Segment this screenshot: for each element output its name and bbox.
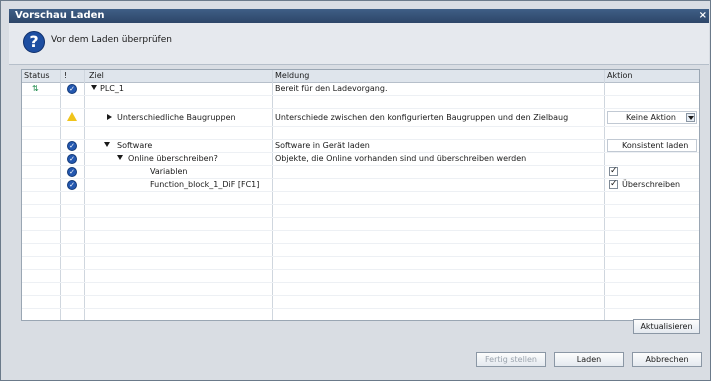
table-row: [22, 218, 699, 231]
table-row: [22, 127, 699, 140]
check-icon: ✓: [67, 154, 77, 164]
col-status[interactable]: Status: [24, 70, 50, 82]
table-row: [22, 283, 699, 296]
plc-status-icon: ⇅: [32, 84, 39, 93]
table-row: [22, 231, 699, 244]
title-bar: Vorschau Laden ×: [9, 9, 709, 23]
col-message[interactable]: Meldung: [275, 70, 309, 82]
table-row[interactable]: ✓ Function_block_1_DiF [FC1] Überschreib…: [22, 178, 699, 192]
table-row[interactable]: ✓ Software Software in Gerät laden Konsi…: [22, 139, 699, 153]
load-button[interactable]: Laden: [554, 352, 624, 367]
col-action[interactable]: Aktion: [607, 70, 632, 82]
chevron-down-icon[interactable]: [686, 113, 695, 122]
cancel-button[interactable]: Abbrechen: [632, 352, 702, 367]
action-label: Überschreiben: [622, 180, 681, 189]
check-icon: ✓: [67, 141, 77, 151]
close-icon[interactable]: ×: [699, 9, 707, 23]
grid-header: Status ! Ziel Meldung Aktion: [22, 70, 699, 83]
table-row: [22, 270, 699, 283]
row-target: Function_block_1_DiF [FC1]: [150, 180, 260, 189]
header-message: Vor dem Laden überprüfen: [51, 35, 172, 45]
table-row: [22, 192, 699, 205]
refresh-button[interactable]: Aktualisieren: [633, 319, 700, 334]
expanded-icon[interactable]: [117, 155, 123, 160]
collapsed-icon[interactable]: [107, 114, 112, 120]
window-title: Vorschau Laden: [15, 10, 105, 21]
expanded-icon[interactable]: [104, 142, 110, 147]
table-row[interactable]: ✓ Variablen: [22, 165, 699, 179]
overwrite-checkbox[interactable]: [609, 165, 618, 177]
dialog-header: ? Vor dem Laden überprüfen: [9, 23, 709, 65]
table-row: [22, 205, 699, 218]
overwrite-checkbox[interactable]: [609, 178, 618, 190]
question-icon: ?: [23, 31, 45, 53]
expanded-icon[interactable]: [91, 85, 97, 90]
row-target: Online überschreiben?: [128, 154, 218, 163]
preview-load-dialog: Vorschau Laden × ? Vor dem Laden überprü…: [0, 0, 711, 381]
action-select[interactable]: Keine Aktion: [607, 111, 697, 124]
col-target[interactable]: Ziel: [89, 70, 104, 82]
col-warning[interactable]: !: [64, 70, 67, 82]
table-row[interactable]: ✓ Online überschreiben? Objekte, die Onl…: [22, 153, 699, 166]
table-row[interactable]: Unterschiedliche Baugruppen Unterschiede…: [22, 110, 699, 127]
check-icon: ✓: [67, 180, 77, 190]
table-row: [22, 296, 699, 309]
action-select[interactable]: Konsistent laden: [607, 139, 697, 152]
row-message: Objekte, die Online vorhanden sind und ü…: [275, 154, 527, 163]
table-row: [22, 244, 699, 257]
row-target: Unterschiedliche Baugruppen: [117, 113, 236, 122]
action-value: Keine Aktion: [626, 113, 676, 122]
row-target: PLC_1: [100, 84, 124, 93]
check-icon: ✓: [67, 167, 77, 177]
row-target: Variablen: [150, 167, 188, 176]
warning-icon: [67, 112, 77, 121]
finish-button[interactable]: Fertig stellen: [476, 352, 546, 367]
row-message: Bereit für den Ladevorgang.: [275, 84, 388, 93]
row-message: Software in Gerät laden: [275, 141, 370, 150]
table-row: [22, 96, 699, 109]
row-message: Unterschiede zwischen den konfigurierten…: [275, 113, 569, 122]
table-row[interactable]: ⇅ ✓ PLC_1 Bereit für den Ladevorgang.: [22, 83, 699, 96]
row-target: Software: [117, 141, 153, 150]
check-icon: ✓: [67, 84, 77, 94]
table-row: [22, 309, 699, 320]
load-preview-grid: Status ! Ziel Meldung Aktion ⇅ ✓ PLC_1 B…: [21, 69, 700, 321]
action-value: Konsistent laden: [622, 141, 689, 150]
table-row: [22, 257, 699, 270]
